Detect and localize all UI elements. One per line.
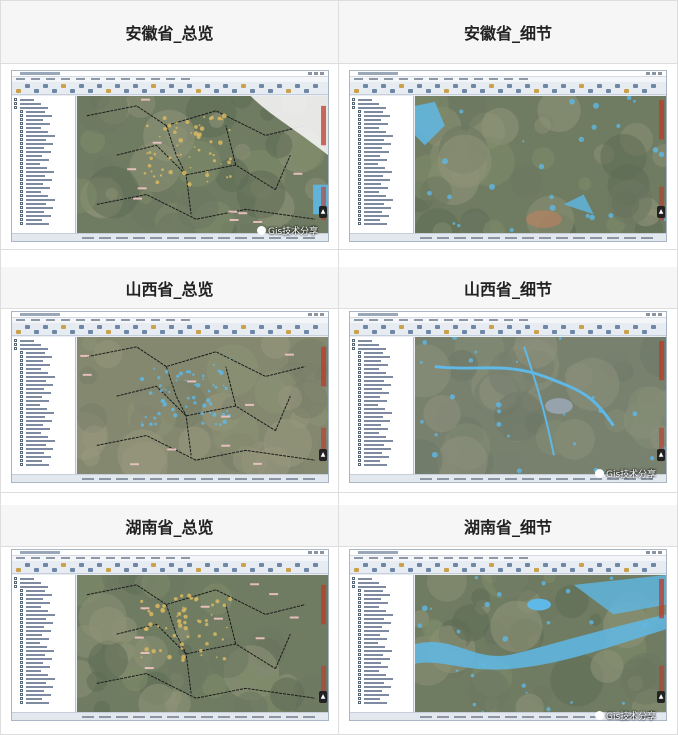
screenshot-slot: ▲ xyxy=(1,543,338,734)
panel-shanxi-detail: 山西省_细节 Gis技术分享 ▲ xyxy=(338,249,678,493)
map-view[interactable] xyxy=(77,96,328,233)
scroll-top-icon[interactable]: ▲ xyxy=(657,206,665,218)
map-canvas xyxy=(77,337,328,474)
watermark-text: Gis技术分享 xyxy=(606,470,657,480)
layer-panel xyxy=(12,575,76,712)
screenshot-slot: ▲ xyxy=(1,305,338,492)
layer-panel xyxy=(350,337,414,474)
watermark-text: Gis技术分享 xyxy=(268,227,319,237)
panel-title: 山西省_总览 xyxy=(125,279,214,299)
layer-panel xyxy=(12,337,76,474)
watermark-logo-icon xyxy=(595,469,604,478)
watermark-text: Gis技术分享 xyxy=(606,712,657,722)
map-canvas xyxy=(77,96,328,233)
map-canvas xyxy=(77,575,328,712)
map-view[interactable] xyxy=(415,96,666,233)
panel-header: 山西省_细节 xyxy=(339,267,677,309)
gis-app-window xyxy=(349,70,667,242)
panel-hunan-overview: 湖南省_总览 ▲ xyxy=(0,492,339,735)
panel-header: 山西省_总览 xyxy=(1,267,338,309)
scroll-top-icon[interactable]: ▲ xyxy=(657,449,665,461)
gis-app-window xyxy=(349,549,667,721)
app-statusbar xyxy=(12,474,328,482)
map-view[interactable] xyxy=(77,337,328,474)
screenshot-slot: Gis技术分享 ▲ xyxy=(339,543,677,734)
app-statusbar xyxy=(350,233,666,241)
watermark-logo-icon xyxy=(257,226,266,235)
panel-header: 湖南省_总览 xyxy=(1,505,338,547)
watermark: Gis技术分享 xyxy=(595,709,656,722)
layer-panel xyxy=(350,96,414,233)
screenshot-slot: Gis技术分享 ▲ xyxy=(339,305,677,492)
panel-header: 湖南省_细节 xyxy=(339,505,677,547)
app-toolbar xyxy=(12,561,328,574)
panel-title: 安徽省_总览 xyxy=(125,24,214,43)
gis-app-window xyxy=(11,311,329,483)
panel-hunan-detail: 湖南省_细节 Gis技术分享 ▲ xyxy=(338,492,678,735)
scroll-top-icon[interactable]: ▲ xyxy=(657,691,665,703)
scroll-top-icon[interactable]: ▲ xyxy=(319,206,327,218)
layer-panel xyxy=(12,96,76,233)
app-statusbar xyxy=(12,712,328,720)
comparison-grid: 安徽省_总览 Gis技术分享 ▲ 安徽省_细节 ▲ 山西省_总览 ▲ 山西省_细节… xyxy=(0,0,678,735)
map-view[interactable] xyxy=(77,575,328,712)
gis-app-window xyxy=(349,311,667,483)
app-toolbar xyxy=(350,323,666,336)
map-canvas xyxy=(415,96,666,233)
watermark: Gis技术分享 xyxy=(595,467,656,480)
map-view[interactable] xyxy=(415,575,666,712)
layer-panel xyxy=(350,575,414,712)
panel-title: 湖南省_总览 xyxy=(125,517,214,537)
panel-shanxi-overview: 山西省_总览 ▲ xyxy=(0,249,339,493)
app-toolbar xyxy=(12,82,328,95)
map-canvas xyxy=(415,337,666,474)
panel-header: 安徽省_总览 xyxy=(1,1,338,64)
panel-title: 安徽省_细节 xyxy=(463,24,552,43)
gis-app-window xyxy=(11,549,329,721)
app-toolbar xyxy=(12,323,328,336)
app-toolbar xyxy=(350,561,666,574)
gis-app-window xyxy=(11,70,329,242)
panel-anhui-overview: 安徽省_总览 Gis技术分享 ▲ xyxy=(0,0,339,250)
screenshot-slot: ▲ xyxy=(339,64,677,249)
panel-header: 安徽省_细节 xyxy=(339,1,677,64)
map-canvas xyxy=(415,575,666,712)
watermark-logo-icon xyxy=(595,711,604,720)
app-toolbar xyxy=(350,82,666,95)
watermark: Gis技术分享 xyxy=(257,224,318,237)
scroll-top-icon[interactable]: ▲ xyxy=(319,449,327,461)
scroll-top-icon[interactable]: ▲ xyxy=(319,691,327,703)
map-view[interactable] xyxy=(415,337,666,474)
panel-title: 山西省_细节 xyxy=(463,279,552,299)
panel-title: 湖南省_细节 xyxy=(463,517,552,537)
screenshot-slot: Gis技术分享 ▲ xyxy=(1,64,338,249)
panel-anhui-detail: 安徽省_细节 ▲ xyxy=(338,0,678,250)
